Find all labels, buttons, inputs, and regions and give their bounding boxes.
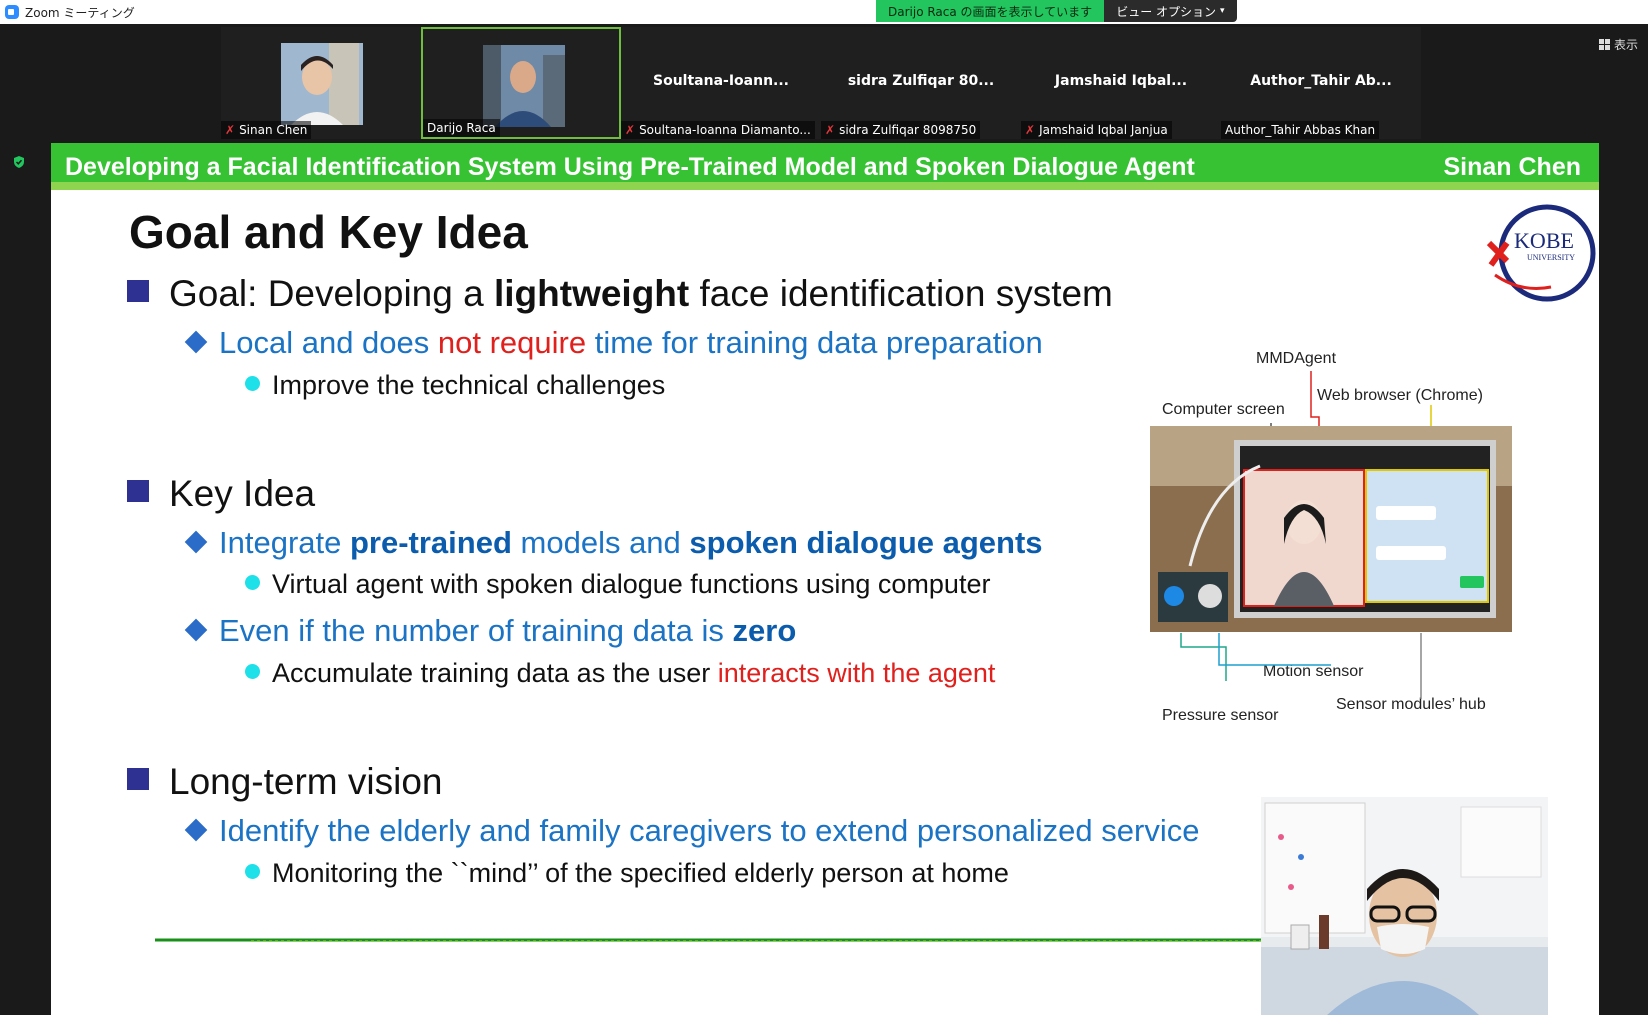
diamond-bullet-icon bbox=[184, 530, 208, 554]
participant-tile-active[interactable]: Darijo Raca bbox=[421, 27, 621, 139]
participant-video bbox=[281, 43, 363, 125]
detail-bullet: Accumulate training data as the user int… bbox=[245, 658, 995, 689]
bullet-vision: Long-term vision bbox=[127, 761, 443, 803]
participant-name: Darijo Raca bbox=[423, 119, 500, 137]
view-toggle-label: 表示 bbox=[1613, 38, 1638, 52]
participant-tile[interactable]: Author_Tahir Ab... Author_Tahir Abbas Kh… bbox=[1221, 27, 1421, 139]
square-bullet-icon bbox=[127, 280, 149, 302]
participant-display-name: Jamshaid Iqbal... bbox=[1054, 73, 1188, 89]
participant-tile[interactable]: sidra Zulfiqar 80... ✗ sidra Zulfiqar 809… bbox=[821, 27, 1021, 139]
participant-video bbox=[483, 45, 565, 127]
square-bullet-icon bbox=[127, 480, 149, 502]
presenter-video bbox=[1261, 797, 1548, 1015]
bullet-goal: Goal: Developing a lightweight face iden… bbox=[127, 273, 1113, 315]
zoom-app-icon bbox=[5, 5, 19, 19]
sub-bullet-integrate: Integrate pre-trained models and spoken … bbox=[184, 525, 1043, 561]
system-setup-photo bbox=[1150, 426, 1512, 632]
share-banner: Darijo Raca の画面を表示しています ビュー オプション ▾ bbox=[876, 0, 1237, 22]
dot-bullet-icon bbox=[245, 376, 260, 391]
dot-bullet-icon bbox=[245, 664, 260, 679]
mic-muted-icon: ✗ bbox=[625, 123, 636, 137]
bullet-key-idea: Key Idea bbox=[127, 473, 315, 515]
participant-name: ✗ Soultana-Ioanna Diamanto... bbox=[621, 121, 815, 139]
slide-header: Developing a Facial Identification Syste… bbox=[51, 143, 1599, 190]
slide-title: Goal and Key Idea bbox=[129, 206, 528, 258]
kobe-university-logo: KOBE UNIVERSITY bbox=[1486, 204, 1596, 302]
view-options-button[interactable]: ビュー オプション ▾ bbox=[1104, 0, 1237, 22]
mic-muted-icon: ✗ bbox=[1025, 123, 1036, 137]
participant-strip: ✗ Sinan Chen Darijo Raca Soultana-Ioann..… bbox=[221, 27, 1421, 139]
sub-bullet-zero: Even if the number of training data is z… bbox=[184, 613, 796, 649]
detail-bullet: Monitoring the ``mind’’ of the specified… bbox=[245, 858, 1009, 889]
diamond-bullet-icon bbox=[184, 618, 208, 642]
square-bullet-icon bbox=[127, 768, 149, 790]
participant-name: ✗ Jamshaid Iqbal Janjua bbox=[1021, 121, 1172, 139]
mic-muted-icon: ✗ bbox=[225, 123, 236, 137]
window-titlebar: Zoom ミーティング bbox=[0, 0, 1648, 24]
slide-header-title: Developing a Facial Identification Syste… bbox=[65, 153, 1195, 181]
sub-bullet-identify: Identify the elderly and family caregive… bbox=[184, 813, 1199, 849]
participant-name: ✗ sidra Zulfiqar 8098750 bbox=[821, 121, 981, 139]
security-shield-icon[interactable] bbox=[12, 155, 26, 169]
dot-bullet-icon bbox=[245, 864, 260, 879]
participant-name: ✗ Sinan Chen bbox=[221, 121, 312, 139]
participant-display-name: Author_Tahir Ab... bbox=[1250, 73, 1392, 89]
dot-bullet-icon bbox=[245, 575, 260, 590]
footer-rule bbox=[155, 938, 1355, 942]
slide-header-author: Sinan Chen bbox=[1443, 153, 1581, 181]
mic-muted-icon: ✗ bbox=[825, 123, 836, 137]
participant-display-name: sidra Zulfiqar 80... bbox=[847, 73, 995, 89]
participant-display-name: Soultana-Ioann... bbox=[653, 73, 789, 89]
diamond-bullet-icon bbox=[184, 330, 208, 354]
participant-name: Author_Tahir Abbas Khan bbox=[1221, 121, 1380, 139]
diamond-bullet-icon bbox=[184, 818, 208, 842]
header-stripe bbox=[51, 182, 1599, 190]
svg-text:KOBE: KOBE bbox=[1514, 228, 1574, 253]
participant-tile[interactable]: Soultana-Ioann... ✗ Soultana-Ioanna Diama… bbox=[621, 27, 821, 139]
participant-tile[interactable]: Jamshaid Iqbal... ✗ Jamshaid Iqbal Janjua bbox=[1021, 27, 1221, 139]
grid-view-icon bbox=[1598, 39, 1610, 50]
window-title: Zoom ミーティング bbox=[25, 5, 135, 20]
svg-text:UNIVERSITY: UNIVERSITY bbox=[1527, 253, 1575, 262]
detail-bullet: Virtual agent with spoken dialogue funct… bbox=[245, 569, 990, 600]
chevron-down-icon: ▾ bbox=[1220, 6, 1225, 16]
detail-bullet: Improve the technical challenges bbox=[245, 370, 665, 401]
sharing-status: Darijo Raca の画面を表示しています bbox=[876, 0, 1105, 22]
sub-bullet-local: Local and does not require time for trai… bbox=[184, 325, 1043, 361]
participant-tile[interactable]: ✗ Sinan Chen bbox=[221, 27, 421, 139]
view-toggle-button[interactable]: 表示 bbox=[1598, 36, 1638, 53]
view-options-label: ビュー オプション bbox=[1116, 4, 1217, 19]
